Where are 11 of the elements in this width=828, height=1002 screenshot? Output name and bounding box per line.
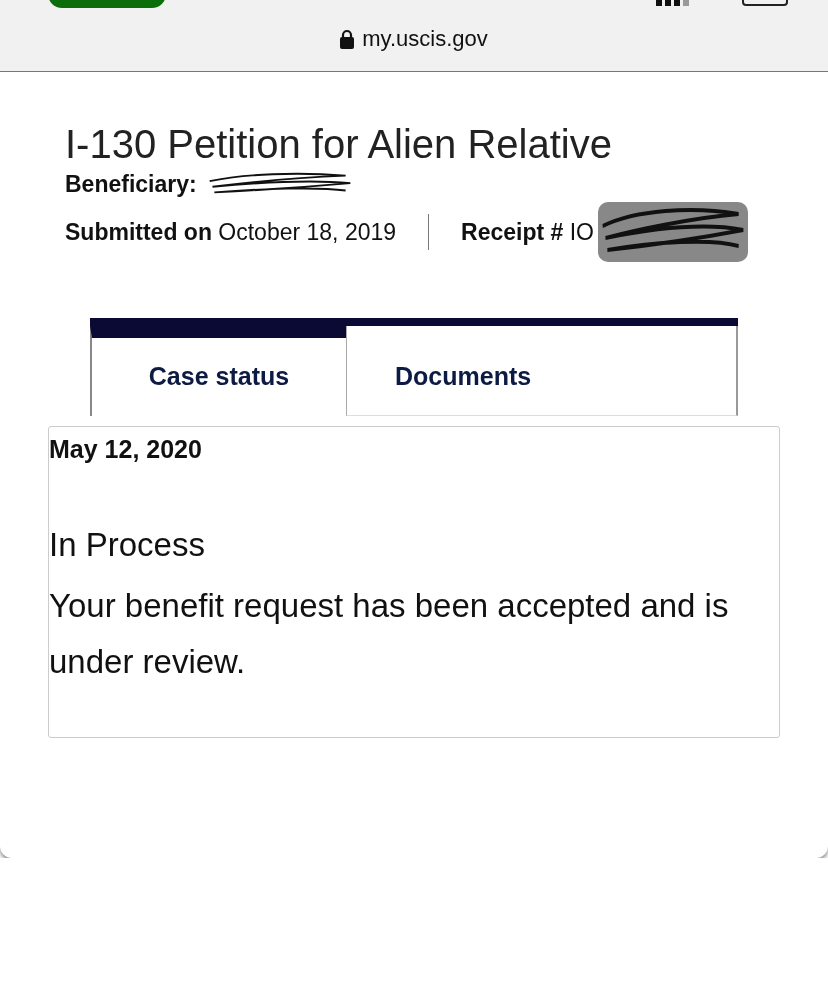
status-date: May 12, 2020: [49, 435, 203, 464]
tab[interactable]: Documents: [346, 326, 738, 416]
beneficiary-label: Beneficiary:: [65, 170, 197, 198]
status-description: Your benefit request has been accepted and is under review.: [49, 586, 730, 683]
submitted-date: Submitted on October 18, 2019: [65, 218, 397, 246]
address-text[interactable]: my.uscis.gov: [362, 26, 488, 52]
tab[interactable]: Case status: [90, 326, 346, 416]
lock-icon: [340, 29, 355, 49]
status-title: In Process: [49, 526, 206, 564]
receipt-number: Receipt # IO: [461, 218, 594, 246]
page-title: I-130 Petition for Alien Relative: [65, 122, 613, 166]
